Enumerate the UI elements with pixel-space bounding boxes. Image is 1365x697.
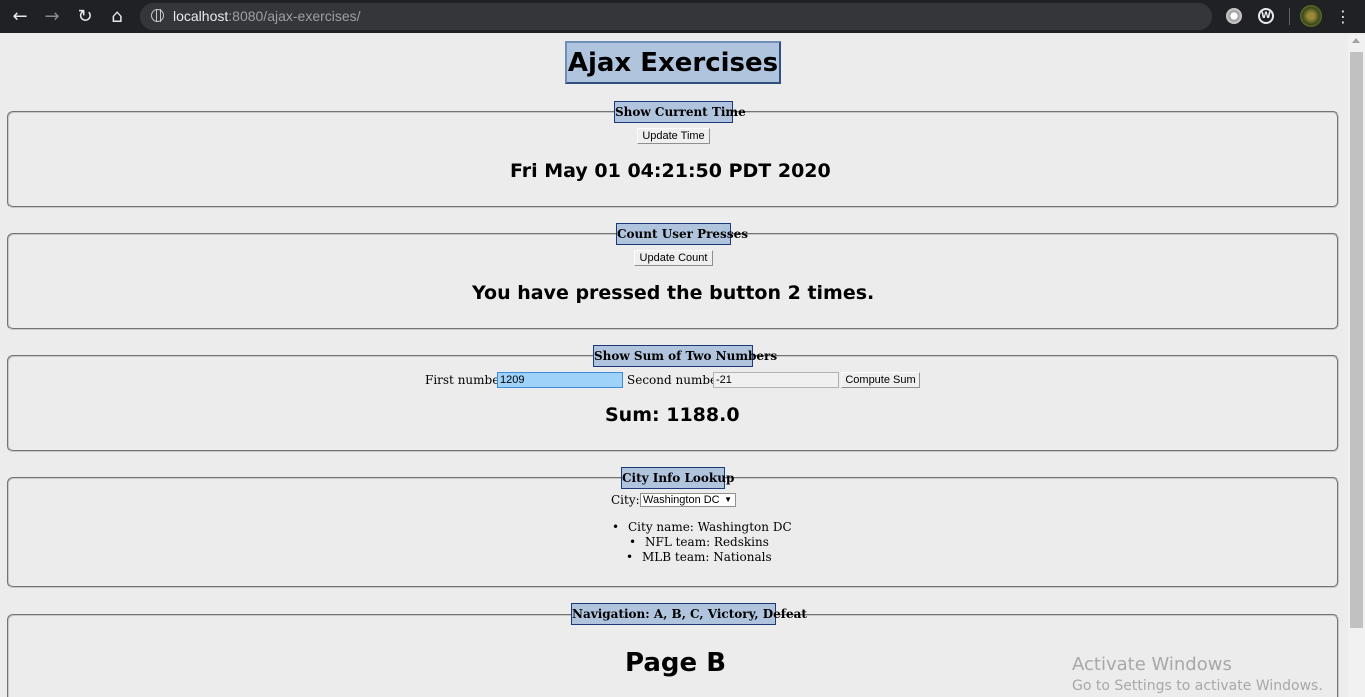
- sum-legend: Show Sum of Two Numbers: [593, 345, 777, 367]
- toolbar-divider: [1289, 8, 1290, 25]
- activation-watermark-text: Go to Settings to activate Windows.: [1072, 678, 1323, 694]
- dropdown-arrow-icon: ▼: [724, 495, 732, 504]
- extension-w-icon[interactable]: W: [1258, 8, 1274, 24]
- extension-icon[interactable]: [1226, 8, 1242, 24]
- list-item: City name: Washington DC: [612, 520, 792, 535]
- activation-watermark-title: Activate Windows: [1072, 654, 1232, 675]
- sum-result: Sum: 1188.0: [605, 404, 740, 426]
- three-dots-icon[interactable]: ⋮: [1335, 6, 1351, 28]
- scrollbar-thumb[interactable]: [1350, 52, 1363, 628]
- second-number-input[interactable]: -21: [713, 372, 839, 388]
- navigation-legend: Navigation: A, B, C, Victory, Defeat: [571, 603, 807, 625]
- forward-arrow-icon[interactable]: →: [41, 6, 63, 28]
- navigation-result: Page B: [625, 648, 727, 678]
- city-legend: City Info Lookup: [621, 467, 734, 489]
- count-result: You have pressed the button 2 times.: [472, 282, 875, 304]
- browser-toolbar: ← → ↻ ⌂ localhost:8080/ajax-exercises/ W…: [0, 0, 1365, 33]
- city-select[interactable]: Washington DC ▼: [640, 493, 736, 507]
- reload-icon[interactable]: ↻: [74, 6, 96, 28]
- city-label: City:: [611, 493, 640, 507]
- page-title: Ajax Exercises: [565, 41, 781, 84]
- first-number-input[interactable]: 1209: [497, 372, 623, 388]
- city-info-list: City name: Washington DC NFL team: Redsk…: [612, 520, 792, 565]
- address-bar[interactable]: localhost:8080/ajax-exercises/: [140, 3, 1212, 30]
- list-item: MLB team: Nationals: [626, 550, 806, 565]
- time-result: Fri May 01 04:21:50 PDT 2020: [510, 160, 831, 182]
- url-text[interactable]: localhost:8080/ajax-exercises/: [173, 8, 361, 24]
- update-count-button[interactable]: Update Count: [634, 250, 713, 266]
- scroll-up-arrow-icon[interactable]: [1352, 38, 1360, 43]
- globe-icon[interactable]: [151, 9, 164, 22]
- city-select-value: Washington DC: [643, 494, 720, 506]
- profile-avatar[interactable]: [1300, 5, 1322, 27]
- home-icon[interactable]: ⌂: [106, 6, 128, 28]
- list-item: NFL team: Redskins: [629, 535, 809, 550]
- back-arrow-icon[interactable]: ←: [9, 6, 31, 28]
- compute-sum-button[interactable]: Compute Sum: [841, 372, 920, 388]
- count-legend: Count User Presses: [616, 223, 748, 245]
- second-number-label: Second number:: [627, 373, 727, 387]
- update-time-button[interactable]: Update Time: [637, 128, 710, 144]
- time-legend: Show Current Time: [614, 101, 746, 123]
